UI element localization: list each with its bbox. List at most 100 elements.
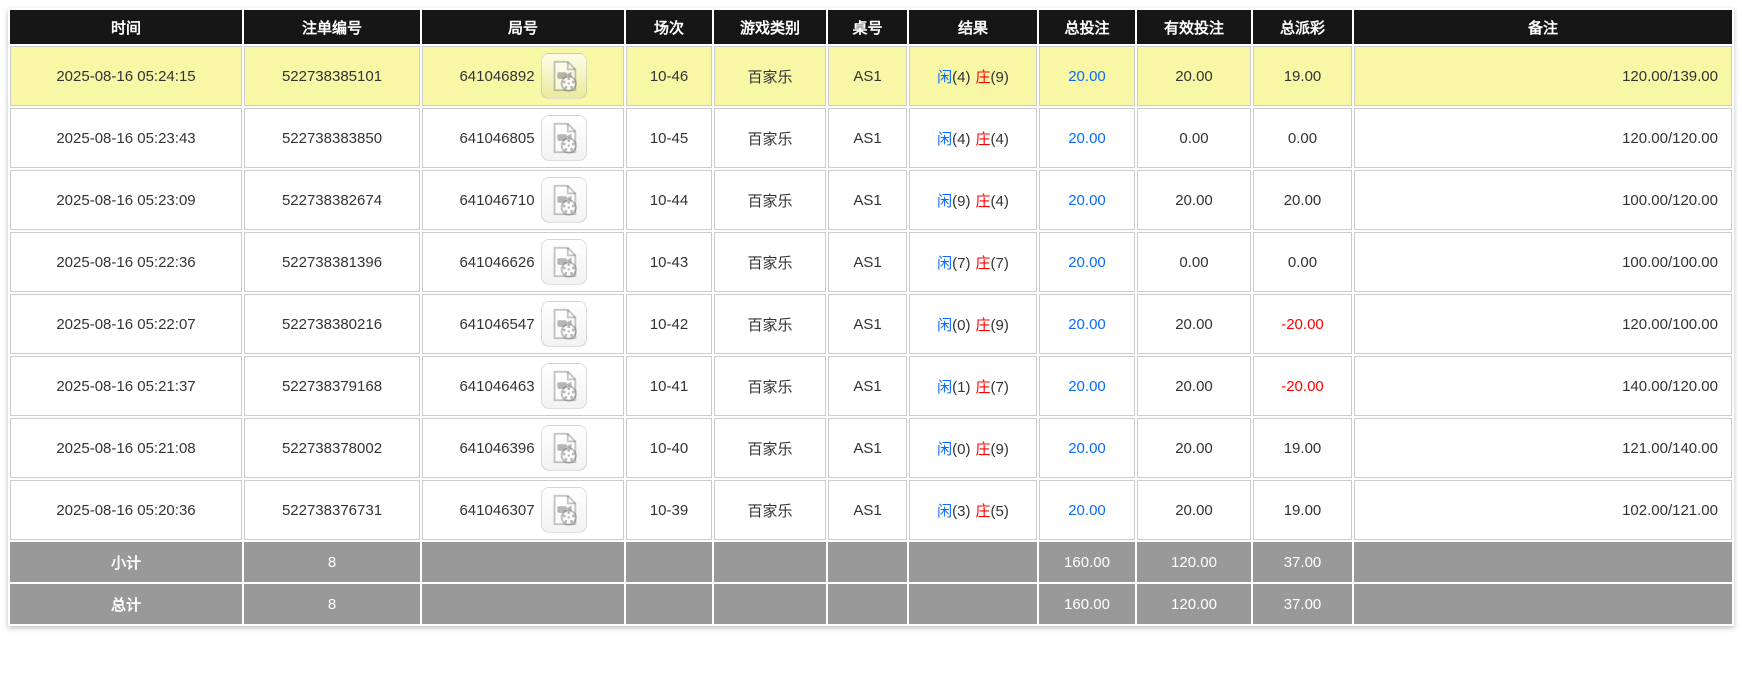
col-header-valid-bet: 有效投注 bbox=[1137, 10, 1251, 44]
player-score: (4) bbox=[952, 69, 970, 86]
cell-table-no: AS1 bbox=[828, 480, 907, 540]
video-document-icon bbox=[547, 59, 581, 93]
empty-cell bbox=[714, 584, 826, 624]
banker-score: (9) bbox=[991, 441, 1009, 458]
cell-game-type: 百家乐 bbox=[714, 232, 826, 292]
table-row: 2025-08-16 05:21:37 522738379168 6410464… bbox=[10, 356, 1732, 416]
banker-label: 庄 bbox=[976, 69, 991, 86]
empty-cell bbox=[714, 542, 826, 582]
cell-total-payout: 19.00 bbox=[1253, 46, 1352, 106]
cell-time: 2025-08-16 05:24:15 bbox=[10, 46, 242, 106]
cell-total-payout: 19.00 bbox=[1253, 418, 1352, 478]
player-score: (0) bbox=[952, 441, 970, 458]
cell-remark: 140.00/120.00 bbox=[1354, 356, 1732, 416]
video-replay-button[interactable] bbox=[541, 177, 587, 223]
cell-result: 闲(9)庄(4) bbox=[909, 170, 1037, 230]
cell-session: 10-39 bbox=[626, 480, 712, 540]
cell-table-no: AS1 bbox=[828, 232, 907, 292]
cell-valid-bet: 20.00 bbox=[1137, 170, 1251, 230]
cell-table-no: AS1 bbox=[828, 356, 907, 416]
video-replay-button[interactable] bbox=[541, 487, 587, 533]
empty-cell bbox=[909, 542, 1037, 582]
cell-round: 641046805 bbox=[422, 108, 624, 168]
banker-score: (7) bbox=[991, 255, 1009, 272]
round-number: 641046307 bbox=[459, 502, 534, 519]
cell-session: 10-44 bbox=[626, 170, 712, 230]
cell-table-no: AS1 bbox=[828, 418, 907, 478]
player-score: (1) bbox=[952, 379, 970, 396]
round-number: 641046463 bbox=[459, 378, 534, 395]
cell-round: 641046396 bbox=[422, 418, 624, 478]
cell-bet-id: 522738381396 bbox=[244, 232, 420, 292]
round-number: 641046805 bbox=[459, 130, 534, 147]
video-document-icon bbox=[547, 369, 581, 403]
video-replay-button[interactable] bbox=[541, 425, 587, 471]
cell-valid-bet: 20.00 bbox=[1137, 480, 1251, 540]
cell-total-bet: 20.00 bbox=[1039, 232, 1135, 292]
banker-label: 庄 bbox=[976, 317, 991, 334]
player-label: 闲 bbox=[937, 193, 952, 210]
video-document-icon bbox=[547, 493, 581, 527]
grand-total-total-payout: 37.00 bbox=[1253, 584, 1352, 624]
col-header-remark: 备注 bbox=[1354, 10, 1732, 44]
empty-cell bbox=[1354, 584, 1732, 624]
cell-total-payout: -20.00 bbox=[1253, 356, 1352, 416]
cell-bet-id: 522738376731 bbox=[244, 480, 420, 540]
video-replay-button[interactable] bbox=[541, 53, 587, 99]
col-header-total-payout: 总派彩 bbox=[1253, 10, 1352, 44]
table-row: 2025-08-16 05:22:07 522738380216 6410465… bbox=[10, 294, 1732, 354]
banker-label: 庄 bbox=[976, 131, 991, 148]
video-replay-button[interactable] bbox=[541, 363, 587, 409]
grand-total-label: 总计 bbox=[10, 584, 242, 624]
player-label: 闲 bbox=[937, 441, 952, 458]
banker-score: (9) bbox=[991, 69, 1009, 86]
cell-bet-id: 522738378002 bbox=[244, 418, 420, 478]
cell-bet-id: 522738383850 bbox=[244, 108, 420, 168]
cell-result: 闲(3)庄(5) bbox=[909, 480, 1037, 540]
player-label: 闲 bbox=[937, 69, 952, 86]
grand-total-valid-bet: 120.00 bbox=[1137, 584, 1251, 624]
round-number: 641046547 bbox=[459, 316, 534, 333]
video-document-icon bbox=[547, 307, 581, 341]
video-replay-button[interactable] bbox=[541, 115, 587, 161]
cell-total-bet: 20.00 bbox=[1039, 294, 1135, 354]
cell-result: 闲(4)庄(4) bbox=[909, 108, 1037, 168]
banker-label: 庄 bbox=[976, 193, 991, 210]
cell-bet-id: 522738379168 bbox=[244, 356, 420, 416]
empty-cell bbox=[828, 542, 907, 582]
cell-game-type: 百家乐 bbox=[714, 108, 826, 168]
header-row: 时间 注单编号 局号 场次 游戏类别 桌号 结果 总投注 有效投注 总派彩 备注 bbox=[10, 10, 1732, 44]
empty-cell bbox=[626, 542, 712, 582]
table-header: 时间 注单编号 局号 场次 游戏类别 桌号 结果 总投注 有效投注 总派彩 备注 bbox=[10, 10, 1732, 44]
cell-round: 641046626 bbox=[422, 232, 624, 292]
video-replay-button[interactable] bbox=[541, 239, 587, 285]
cell-total-bet: 20.00 bbox=[1039, 108, 1135, 168]
cell-total-bet: 20.00 bbox=[1039, 418, 1135, 478]
cell-result: 闲(4) 庄(9) bbox=[909, 46, 1037, 106]
grand-total-count: 8 bbox=[244, 584, 420, 624]
player-score: (9) bbox=[952, 193, 970, 210]
cell-game-type: 百家乐 bbox=[714, 170, 826, 230]
cell-total-bet: 20.00 bbox=[1039, 46, 1135, 106]
cell-session: 10-41 bbox=[626, 356, 712, 416]
cell-round: 641046892 bbox=[422, 46, 624, 106]
cell-remark: 120.00/139.00 bbox=[1354, 46, 1732, 106]
bet-records-table: 时间 注单编号 局号 场次 游戏类别 桌号 结果 总投注 有效投注 总派彩 备注… bbox=[8, 8, 1734, 626]
player-label: 闲 bbox=[937, 503, 952, 520]
cell-time: 2025-08-16 05:23:43 bbox=[10, 108, 242, 168]
cell-game-type: 百家乐 bbox=[714, 294, 826, 354]
banker-label: 庄 bbox=[976, 503, 991, 520]
player-score: (7) bbox=[952, 255, 970, 272]
cell-total-payout: 20.00 bbox=[1253, 170, 1352, 230]
col-header-bet-id: 注单编号 bbox=[244, 10, 420, 44]
grand-total-row: 总计 8 160.00 120.00 37.00 bbox=[10, 584, 1732, 624]
cell-valid-bet: 20.00 bbox=[1137, 294, 1251, 354]
col-header-time: 时间 bbox=[10, 10, 242, 44]
col-header-table-no: 桌号 bbox=[828, 10, 907, 44]
banker-score: (9) bbox=[991, 317, 1009, 334]
cell-total-bet: 20.00 bbox=[1039, 480, 1135, 540]
video-replay-button[interactable] bbox=[541, 301, 587, 347]
cell-time: 2025-08-16 05:21:37 bbox=[10, 356, 242, 416]
col-header-session: 场次 bbox=[626, 10, 712, 44]
cell-table-no: AS1 bbox=[828, 108, 907, 168]
